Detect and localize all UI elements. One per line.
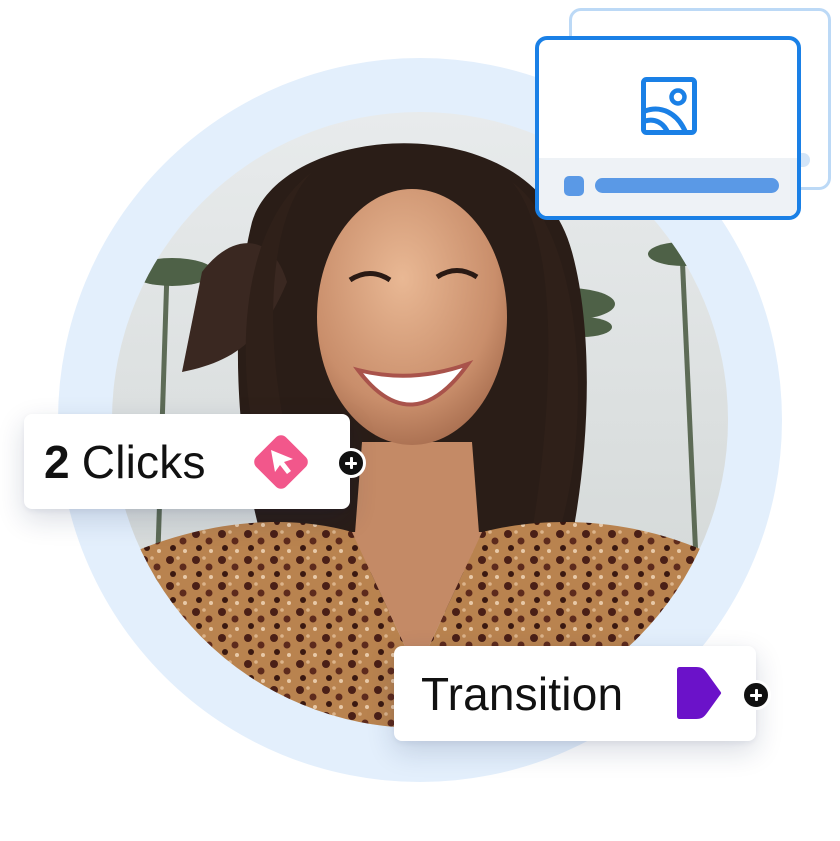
add-transition-plus-icon[interactable] xyxy=(741,680,771,710)
transition-label: Transition xyxy=(421,667,624,720)
cursor-diamond-icon xyxy=(246,427,316,502)
image-icon xyxy=(641,77,697,140)
transition-chip[interactable]: Transition xyxy=(394,646,756,741)
clicks-label: 2 Clicks xyxy=(44,435,206,489)
image-card[interactable] xyxy=(535,36,801,220)
play-arrow-icon xyxy=(676,665,722,726)
card-caption-dot xyxy=(564,176,584,196)
clicks-chip[interactable]: 2 Clicks xyxy=(24,414,350,509)
clicks-text: Clicks xyxy=(81,435,206,488)
clicks-count: 2 xyxy=(44,435,70,488)
add-clicks-plus-icon[interactable] xyxy=(336,448,366,478)
card-caption-line xyxy=(595,178,779,193)
